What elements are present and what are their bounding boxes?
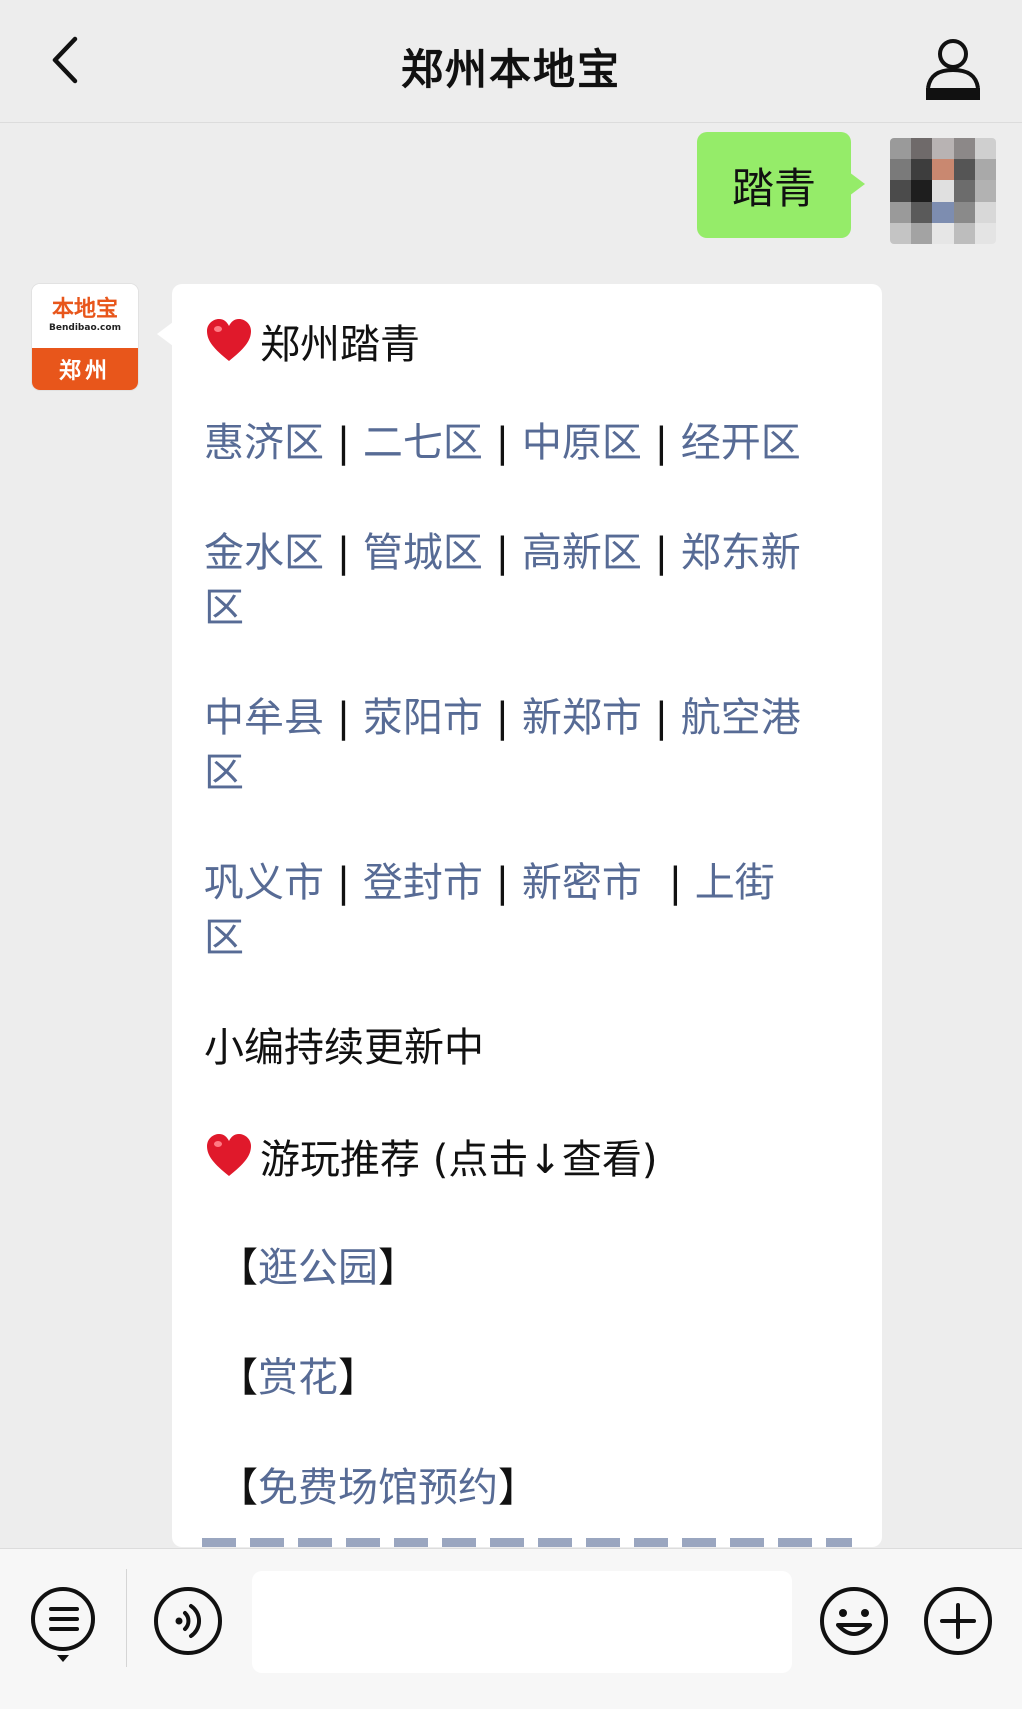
district-row-1: 惠济区 | 二七区 | 中原区 | 经开区 <box>204 416 801 471</box>
separator: | <box>668 860 683 906</box>
separator: | <box>654 420 669 466</box>
heart-icon <box>207 319 251 361</box>
district-link[interactable]: 高新区 <box>522 530 642 576</box>
district-link[interactable]: 惠济区 <box>204 420 324 466</box>
bracket-open: 【 <box>218 1465 258 1511</box>
district-link-cont[interactable]: 区 <box>204 585 244 631</box>
district-link[interactable]: 二七区 <box>363 420 483 466</box>
bot-logo-city: 郑州 <box>32 348 138 390</box>
menu-button[interactable] <box>28 1585 100 1662</box>
bracket-close: 】 <box>498 1465 538 1511</box>
district-row-2: 金水区 | 管城区 | 高新区 | 郑东新 <box>204 526 801 581</box>
bracket-close: 】 <box>378 1245 418 1291</box>
bot-logo-sub: Bendibao.com <box>49 323 121 333</box>
heading2-text: 游玩推荐 (点击↓查看) <box>260 1137 658 1183</box>
separator: | <box>495 530 510 576</box>
district-row-4: 巩义市 | 登封市 | 新密市 | 上街 <box>204 856 775 911</box>
divider <box>126 1569 127 1667</box>
district-link-cont[interactable]: 区 <box>204 750 244 796</box>
more-button[interactable] <box>922 1585 994 1657</box>
profile-button[interactable] <box>918 34 988 104</box>
district-link[interactable]: 登封市 <box>363 860 483 906</box>
separator: | <box>495 695 510 741</box>
heart-icon <box>207 1134 251 1176</box>
district-link-cont[interactable]: 区 <box>204 915 244 961</box>
separator: | <box>654 530 669 576</box>
my-avatar[interactable] <box>890 138 996 244</box>
updating-text: 小编持续更新中 <box>204 1025 484 1071</box>
recommend-link-flowers[interactable]: 赏花 <box>258 1355 338 1401</box>
recommend-item: 【逛公园】 <box>218 1241 418 1296</box>
district-link[interactable]: 航空港 <box>681 695 801 741</box>
recommend-link-venue[interactable]: 免费场馆预约 <box>258 1465 498 1511</box>
separator: | <box>495 420 510 466</box>
heading-zhengzhou-taqing: 郑州踏青 <box>204 316 420 373</box>
bot-logo-text: 本地宝 <box>51 297 118 322</box>
district-link[interactable]: 新密市 <box>522 860 642 906</box>
district-link[interactable]: 上街 <box>695 860 775 906</box>
clipped-text-line <box>202 1538 852 1547</box>
district-row-4-cont: 区 <box>204 911 244 966</box>
message-input[interactable] <box>252 1571 792 1673</box>
separator: | <box>336 860 351 906</box>
district-row-2-cont: 区 <box>204 581 244 636</box>
bracket-open: 【 <box>218 1245 258 1291</box>
my-message-text: 踏青 <box>731 163 816 213</box>
menu-icon <box>31 1587 95 1662</box>
separator: | <box>495 860 510 906</box>
district-link[interactable]: 荥阳市 <box>363 695 483 741</box>
bracket-open: 【 <box>218 1355 258 1401</box>
district-link[interactable]: 中原区 <box>522 420 642 466</box>
heading-recommend: 游玩推荐 (点击↓查看) <box>204 1131 657 1188</box>
district-row-3: 中牟县 | 荥阳市 | 新郑市 | 航空港 <box>204 691 801 746</box>
plus-icon <box>924 1587 992 1655</box>
chat-title: 郑州本地宝 <box>400 45 621 94</box>
input-bar <box>0 1548 1022 1709</box>
district-link[interactable]: 金水区 <box>204 530 324 576</box>
chat-header: 郑州本地宝 <box>0 0 1022 123</box>
district-link[interactable]: 中牟县 <box>204 695 324 741</box>
voice-icon <box>154 1587 222 1655</box>
district-link[interactable]: 管城区 <box>363 530 483 576</box>
recommend-link-park[interactable]: 逛公园 <box>258 1245 378 1291</box>
bot-avatar[interactable]: 本地宝 Bendibao.com 郑州 <box>32 284 138 390</box>
district-link[interactable]: 经开区 <box>681 420 801 466</box>
profile-icon <box>926 39 980 100</box>
district-link[interactable]: 新郑市 <box>522 695 642 741</box>
voice-button[interactable] <box>152 1585 224 1657</box>
emoji-button[interactable] <box>818 1585 890 1657</box>
separator: | <box>654 695 669 741</box>
separator: | <box>336 530 351 576</box>
district-link[interactable]: 郑东新 <box>681 530 801 576</box>
bracket-close: 】 <box>338 1355 378 1401</box>
emoji-icon <box>820 1587 888 1655</box>
heading-text: 郑州踏青 <box>260 322 420 368</box>
district-row-3-cont: 区 <box>204 746 244 801</box>
bot-message-bubble: 郑州踏青 惠济区 | 二七区 | 中原区 | 经开区 金水区 | 管城区 | 高… <box>172 284 882 1547</box>
recommend-item: 【免费场馆预约】 <box>218 1461 538 1516</box>
recommend-item: 【赏花】 <box>218 1351 378 1406</box>
district-link[interactable]: 巩义市 <box>204 860 324 906</box>
separator: | <box>336 420 351 466</box>
separator: | <box>336 695 351 741</box>
bot-bubble-tail <box>157 322 173 346</box>
my-message-bubble[interactable]: 踏青 <box>697 132 865 238</box>
